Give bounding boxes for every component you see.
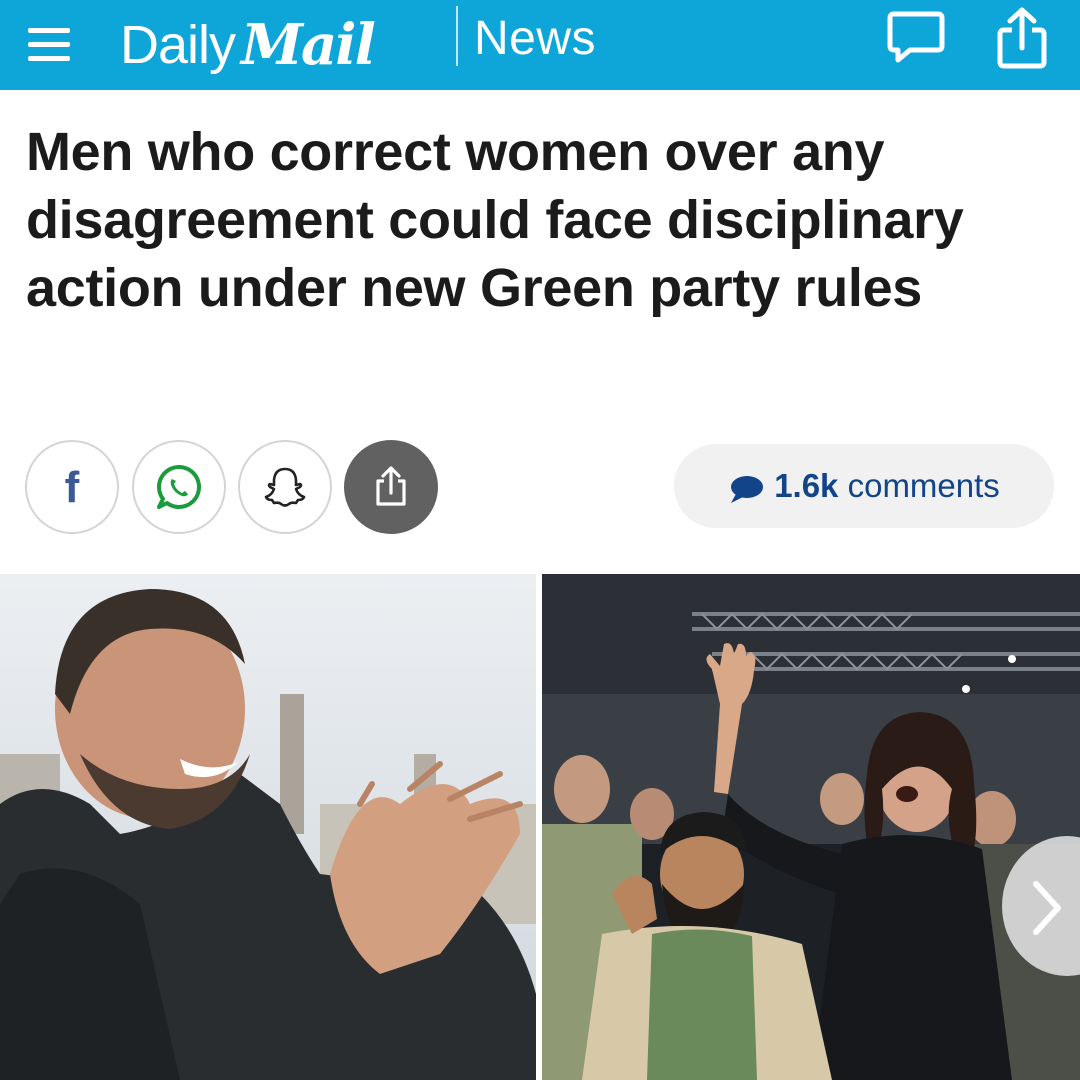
logo-daily-text: Daily	[120, 15, 236, 75]
snapchat-share-button[interactable]	[238, 440, 332, 534]
facebook-share-button[interactable]: f	[25, 440, 119, 534]
article-photo-conference-crowd[interactable]	[542, 574, 1080, 1080]
share-button[interactable]	[344, 440, 438, 534]
share-icon[interactable]	[990, 6, 1054, 70]
comments-label: comments	[847, 467, 1000, 504]
dailymail-logo[interactable]: Daily Mail	[120, 0, 376, 90]
facebook-icon: f	[64, 463, 80, 512]
whatsapp-share-button[interactable]	[132, 440, 226, 534]
top-navigation-bar: Daily Mail News	[0, 0, 1080, 90]
menu-icon[interactable]	[26, 18, 72, 68]
comment-icon[interactable]	[884, 6, 948, 70]
header-divider	[456, 6, 458, 66]
comment-bubble-icon	[731, 476, 764, 503]
logo-mail-text: Mail	[241, 12, 376, 78]
share-icon	[376, 466, 406, 506]
snapchat-icon	[264, 467, 306, 507]
chevron-right-icon	[1033, 881, 1061, 935]
comments-button[interactable]: 1.6k comments	[674, 444, 1054, 528]
comments-count: 1.6k	[774, 467, 839, 504]
whatsapp-icon	[157, 465, 201, 509]
article-headline: Men who correct women over any disagreem…	[26, 122, 964, 318]
section-label[interactable]: News	[474, 0, 596, 76]
article-photo-man-clapping[interactable]	[0, 574, 536, 1080]
